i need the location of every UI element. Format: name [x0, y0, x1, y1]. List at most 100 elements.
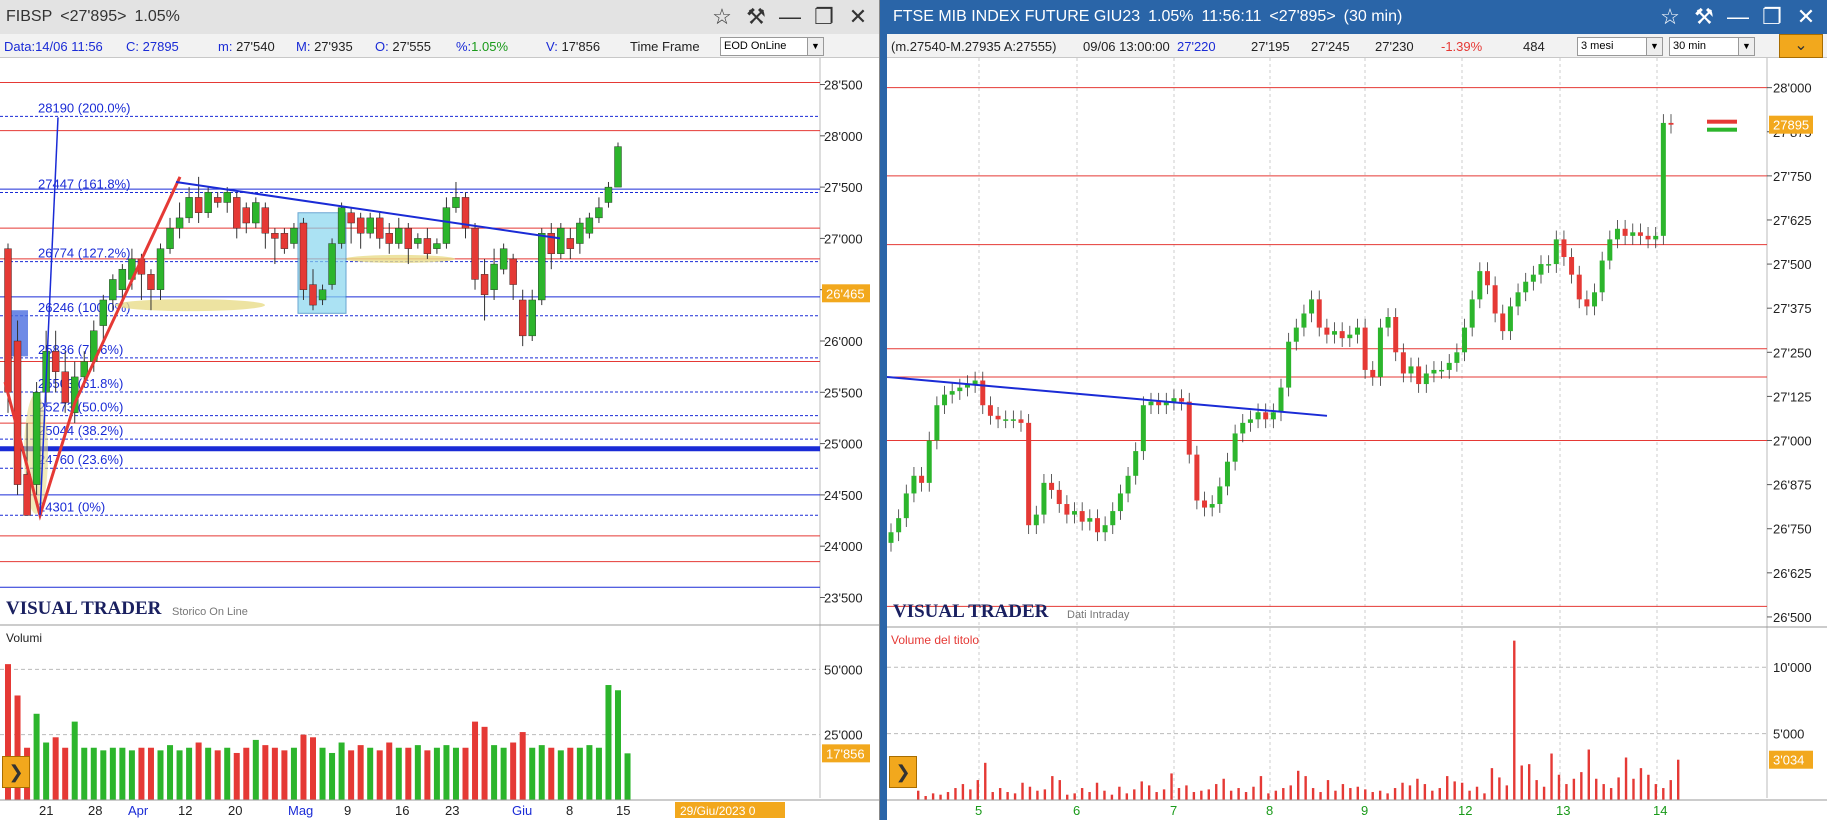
candle-body — [1072, 511, 1078, 515]
candle-body — [1255, 412, 1261, 420]
candle-body — [1553, 239, 1559, 265]
volume-bar — [1542, 786, 1546, 800]
close-icon[interactable]: ✕ — [841, 0, 875, 34]
star-icon[interactable]: ☆ — [705, 0, 739, 34]
volume-bar — [1200, 790, 1203, 800]
volume-tick-label: 5'000 — [1773, 727, 1804, 742]
candle-body — [1546, 264, 1552, 266]
maximize-icon[interactable]: ❐ — [1755, 0, 1789, 34]
low-value: 27'540 — [236, 39, 275, 54]
scroll-right-button[interactable]: ❯ — [889, 756, 917, 788]
collapse-button[interactable]: ⌄ — [1779, 34, 1823, 58]
volume-bar — [1319, 792, 1322, 800]
candle-body — [566, 238, 575, 249]
volume-bar — [43, 742, 50, 800]
x-tick-label: 15 — [616, 803, 630, 818]
candle-body — [147, 274, 155, 290]
candle-body — [1247, 419, 1253, 423]
candle-body — [423, 238, 432, 254]
volume-bar — [1669, 780, 1672, 800]
x-tick-label: Mag — [288, 803, 313, 818]
y-tick-label: 25'500 — [824, 385, 863, 400]
pin-icon[interactable]: ⚒ — [1687, 0, 1721, 34]
volume-bar — [414, 745, 421, 800]
volume-bar — [605, 685, 612, 800]
window-divider[interactable] — [880, 0, 887, 820]
volume-bar — [1438, 788, 1441, 800]
volume-bar — [1527, 764, 1531, 800]
minimize-icon[interactable]: — — [773, 0, 807, 34]
candle-body — [213, 197, 222, 203]
volume-bar — [252, 739, 259, 800]
bar-value-1: 27'220 — [1177, 39, 1216, 54]
maximize-icon[interactable]: ❐ — [807, 0, 841, 34]
date-value: 14/06 11:56 — [35, 39, 103, 54]
volume-bar — [1609, 788, 1613, 800]
volume-bar — [1565, 784, 1568, 800]
volume-bar — [329, 752, 336, 800]
volume-bar — [81, 747, 88, 800]
volume-bar — [491, 745, 498, 800]
volume-bar — [1140, 781, 1143, 800]
volume-bar — [1677, 759, 1680, 800]
right-title-price: <27'895> — [1269, 8, 1336, 25]
x-tick-label: 7 — [1170, 803, 1177, 818]
volume-bar — [557, 750, 564, 800]
candle-body — [1301, 313, 1307, 328]
candle-body — [366, 217, 374, 234]
pin-icon[interactable]: ⚒ — [739, 0, 773, 34]
volume-bar — [1297, 770, 1300, 800]
volume-bar — [1289, 785, 1292, 800]
close-value: 27895 — [142, 39, 179, 54]
candle-body — [585, 217, 594, 234]
x-tick-label: 5 — [975, 803, 982, 818]
y-tick-label: 27'625 — [1773, 213, 1812, 228]
candle-body — [1622, 228, 1628, 236]
highlight-ellipse — [345, 254, 455, 263]
candle-body — [1538, 264, 1544, 275]
volume-bar — [157, 750, 164, 800]
scroll-right-button[interactable]: ❯ — [2, 756, 30, 788]
candle-body — [347, 212, 355, 224]
volume-bar — [939, 794, 942, 800]
candle-body — [1576, 274, 1582, 300]
timeframe-select[interactable]: EOD OnLine ▼ — [720, 37, 824, 56]
candle-body — [490, 263, 498, 290]
high-label: M: — [296, 39, 311, 54]
right-title-change: 1.05% — [1148, 8, 1194, 25]
close-icon[interactable]: ✕ — [1789, 0, 1823, 34]
volume-bar — [1185, 785, 1188, 800]
minimize-icon[interactable]: — — [1721, 0, 1755, 34]
left-title-price: <27'895> — [60, 8, 127, 25]
range-select[interactable]: 3 mesi ▼ — [1577, 37, 1663, 56]
candle-body — [538, 233, 546, 301]
y-tick-label: 28'500 — [824, 78, 863, 93]
left-infobar: Data:14/06 11:56 C: 27895 m: 27'540 M: 2… — [0, 34, 879, 58]
period-select[interactable]: 30 min ▼ — [1669, 37, 1755, 56]
x-tick-label: 28 — [88, 803, 102, 818]
candle-body — [1668, 122, 1674, 125]
candle-body — [337, 207, 346, 244]
volume-badge: 17'856 — [826, 746, 865, 761]
x-tick-label: 23 — [445, 803, 459, 818]
bar-value-3: 27'245 — [1311, 39, 1350, 54]
volume-bar — [395, 747, 402, 800]
candle-body — [1270, 412, 1276, 420]
volume-bar — [1147, 785, 1151, 800]
candle-body — [1041, 482, 1047, 515]
candle-body — [1370, 369, 1376, 377]
y-tick-label: 27'250 — [1773, 345, 1812, 360]
y-tick-label: 23'500 — [824, 590, 863, 605]
star-icon[interactable]: ☆ — [1653, 0, 1687, 34]
highlight-ellipse — [115, 299, 265, 312]
candle-body — [1133, 451, 1139, 476]
candle-body — [1309, 299, 1315, 314]
x-tick-label: Apr — [128, 803, 149, 818]
candle-body — [185, 197, 193, 219]
volume-bar — [576, 747, 583, 800]
candle-body — [1240, 422, 1246, 434]
candle-body — [1408, 366, 1414, 374]
volume-bar — [1595, 778, 1598, 800]
volume-bar — [1207, 789, 1210, 800]
candle-body — [1209, 504, 1215, 508]
